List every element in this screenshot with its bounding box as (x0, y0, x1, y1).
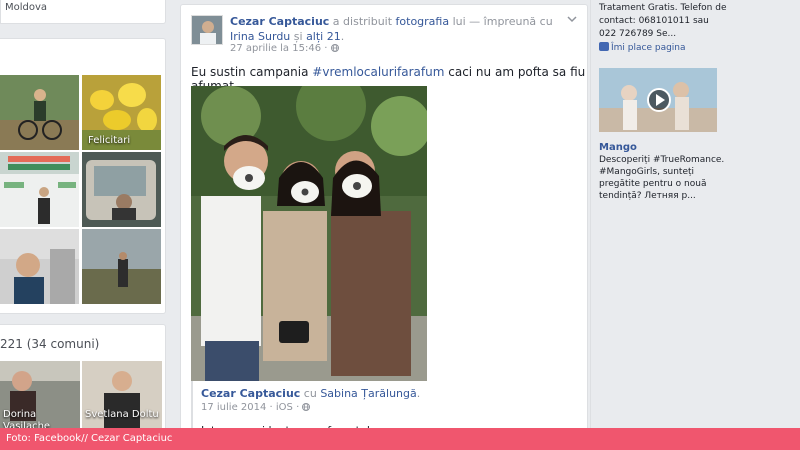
post-date[interactable]: 27 aprilie la 15:46 (230, 43, 321, 54)
shared-platform: iOS (275, 402, 293, 413)
photo-thumb-felicitari[interactable]: Felicitari (82, 75, 161, 150)
location-card: Moldova (0, 0, 166, 24)
photo-credit-bar: Foto: Facebook// Cezar Captaciuc (0, 428, 800, 450)
shared-author-link[interactable]: Cezar Captaciuc (201, 387, 300, 400)
photo-caption: Felicitari (88, 135, 131, 146)
tagged-link[interactable]: Irina Surdu (230, 30, 290, 43)
like-page-button[interactable]: Îmi place pagina (599, 42, 686, 53)
play-icon[interactable] (647, 88, 671, 112)
friends-count[interactable]: 221 (34 comuni) (0, 337, 99, 351)
post-meta: 27 aprilie la 15:46 · (230, 43, 339, 54)
left-column: Moldova Felicitari 221 (34 comuni) Dorin… (0, 0, 168, 450)
avatar[interactable] (191, 15, 223, 45)
others-link[interactable]: alți 21 (306, 30, 341, 43)
hashtag-link[interactable]: #vremlocalurifarafum (312, 65, 444, 79)
ad-description: Descoperiți #TrueRomance. #MangoGirls, s… (599, 155, 725, 201)
like-page-icon (599, 42, 609, 51)
globe-icon (330, 43, 339, 54)
shared-meta: 17 iulie 2014 · iOS · (201, 402, 311, 413)
like-page-label: Îmi place pagina (611, 43, 686, 53)
chevron-down-icon[interactable] (567, 13, 577, 27)
photo-link[interactable]: fotografia (396, 15, 450, 28)
author-link[interactable]: Cezar Captaciuc (230, 15, 329, 28)
globe-icon (302, 402, 311, 413)
post-header: Cezar Captaciuc a distribuit fotografia … (230, 15, 553, 43)
photos-card: Felicitari (0, 38, 166, 314)
friend-name: Svetlana Doltu (85, 409, 159, 420)
post-photo[interactable] (191, 86, 427, 381)
post-card: Cezar Captaciuc a distribuit fotografia … (180, 4, 588, 450)
photo-credit: Foto: Facebook// Cezar Captaciuc (6, 433, 173, 444)
ad-video[interactable] (599, 68, 717, 132)
ad-title[interactable]: Mango (599, 142, 637, 153)
photo-thumb-cyclist[interactable] (0, 75, 79, 150)
location-text: Moldova (5, 2, 48, 13)
photo-thumb-field[interactable] (82, 229, 161, 304)
shared-tagged-link[interactable]: Sabina Țarălungă (320, 387, 416, 400)
right-column: Tratament Gratis. Telefon de contact: 06… (590, 0, 800, 450)
photo-thumb-group[interactable] (0, 229, 79, 304)
photo-thumb-gala[interactable] (0, 152, 79, 227)
shared-header: Cezar Captaciuc cu Sabina Țarălungă. (201, 387, 421, 400)
shared-date[interactable]: 17 iulie 2014 (201, 402, 266, 413)
photo-thumb-car[interactable] (82, 152, 161, 227)
ad-text: Tratament Gratis. Telefon de contact: 06… (599, 3, 727, 39)
